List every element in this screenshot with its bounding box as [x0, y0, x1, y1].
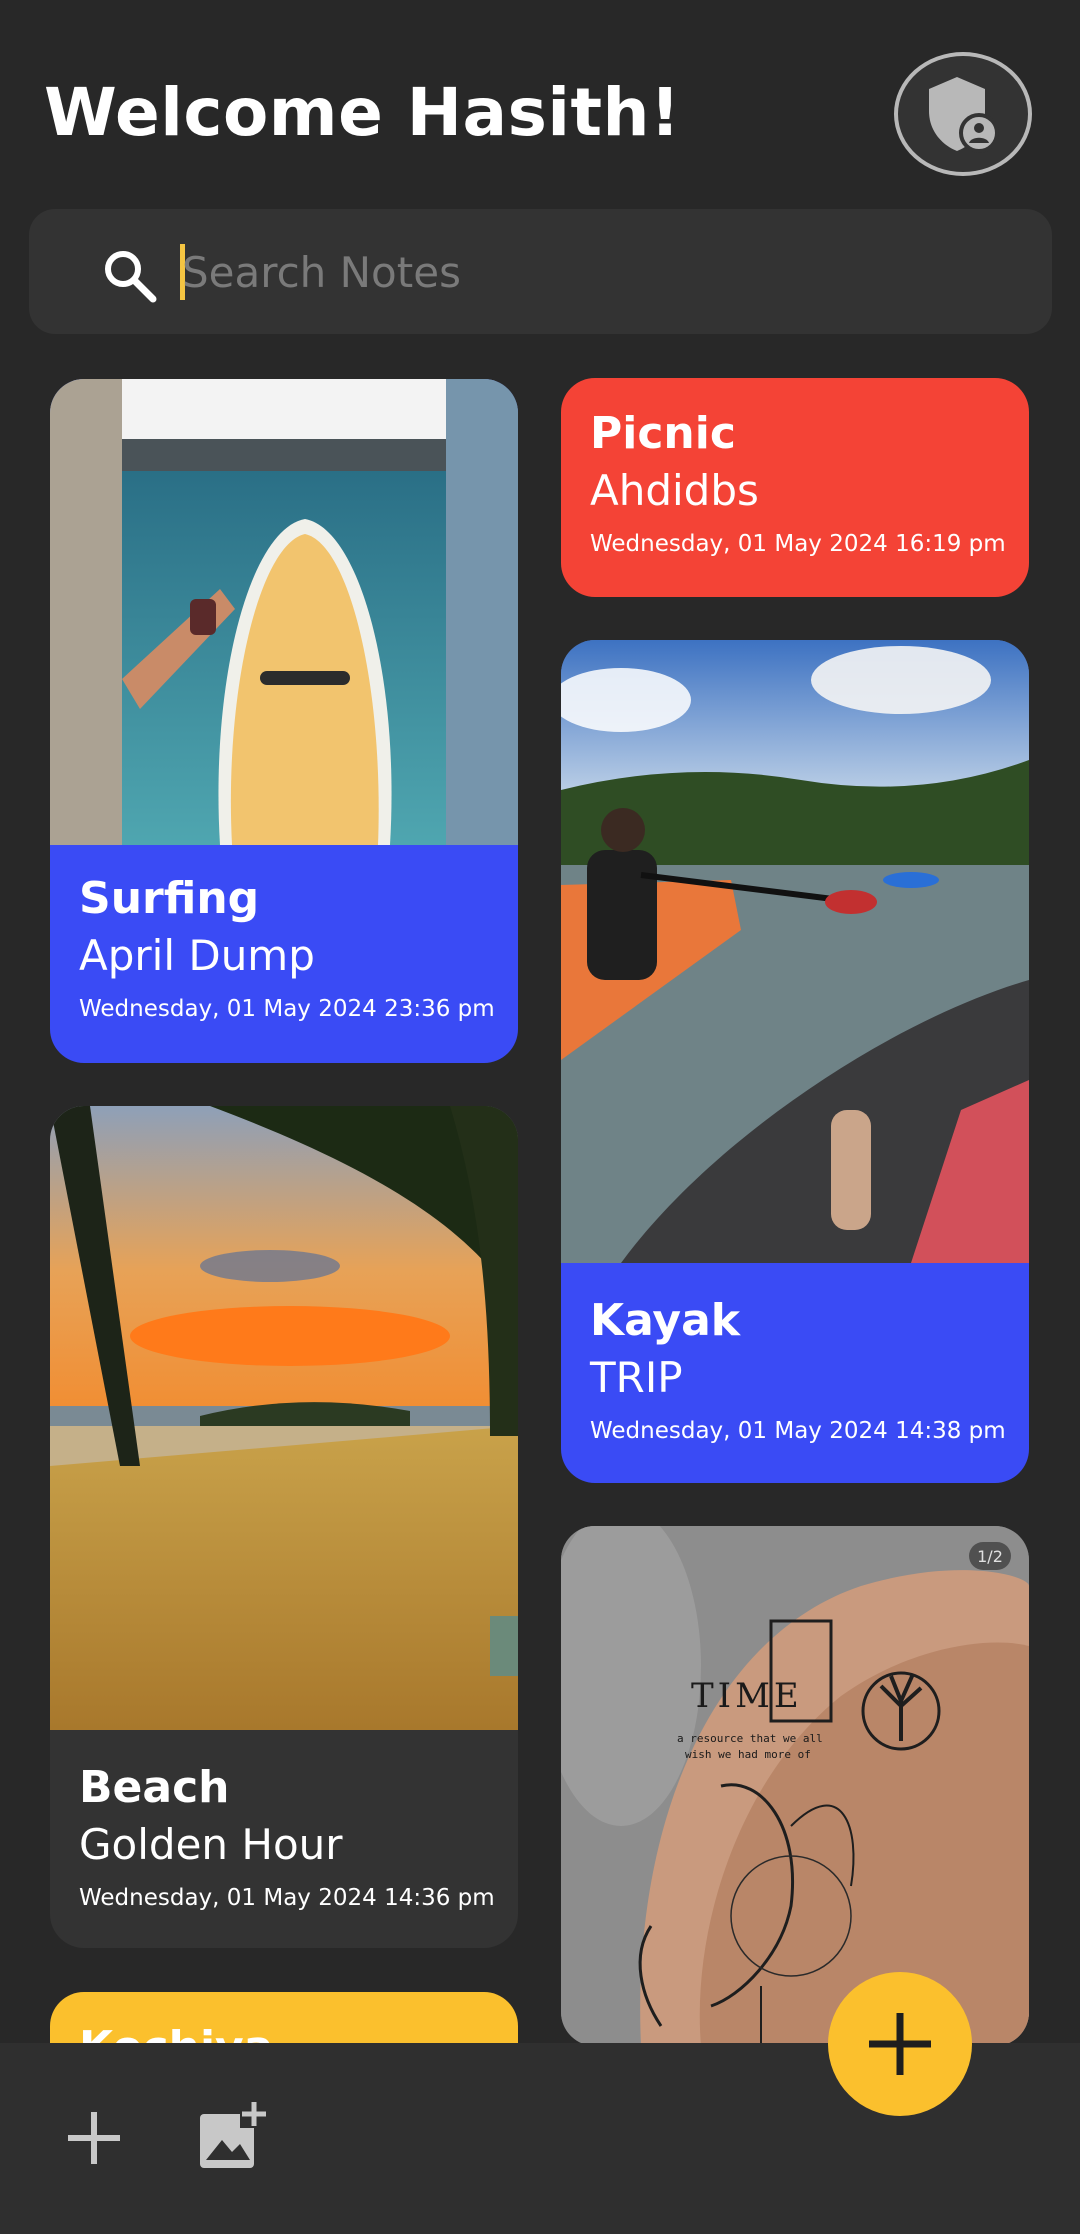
note-card-tattoo[interactable]: TIME a resource that we all wish we had … [561, 1526, 1029, 2046]
add-image-icon[interactable] [196, 2100, 268, 2172]
search-input[interactable] [182, 240, 882, 304]
note-title: Kayak [590, 1295, 741, 1346]
profile-button[interactable] [894, 52, 1032, 176]
note-card-beach[interactable]: Beach Golden Hour Wednesday, 01 May 2024… [50, 1106, 518, 1948]
surfboard-photo [50, 379, 518, 845]
note-date: Wednesday, 01 May 2024 14:38 pm [590, 1417, 1006, 1444]
note-card-kayak[interactable]: Kayak TRIP Wednesday, 01 May 2024 14:38 … [561, 640, 1029, 1483]
note-subtitle: Ahdidbs [590, 466, 759, 516]
note-subtitle: April Dump [79, 931, 315, 981]
search-icon [105, 251, 157, 303]
note-date: Wednesday, 01 May 2024 23:36 pm [79, 995, 495, 1022]
tattoo-text: wish we had more of [685, 1748, 811, 1761]
kayak-photo [561, 640, 1029, 1263]
note-title: Picnic [590, 408, 736, 459]
shield-user-icon [929, 77, 999, 153]
beach-sunset-photo [50, 1106, 518, 1730]
note-subtitle: TRIP [590, 1353, 683, 1403]
note-date: Wednesday, 01 May 2024 14:36 pm [79, 1884, 495, 1911]
note-card-surfing[interactable]: Surfing April Dump Wednesday, 01 May 202… [50, 379, 518, 1063]
plus-icon [869, 2013, 931, 2075]
notes-home-screen: Welcome Hasith! Search Notes Surfing Apr… [0, 0, 1080, 2234]
note-date: Wednesday, 01 May 2024 16:19 pm [590, 530, 1006, 557]
image-count-badge: 1/2 [969, 1542, 1011, 1570]
note-card-picnic[interactable]: Picnic Ahdidbs Wednesday, 01 May 2024 16… [561, 378, 1029, 597]
tattoo-text: TIME [691, 1676, 803, 1716]
add-note-fab[interactable] [828, 1972, 972, 2116]
note-title: Beach [79, 1762, 230, 1813]
tattoo-text: a resource that we all [677, 1732, 823, 1745]
note-title: Surfing [79, 873, 260, 924]
note-subtitle: Golden Hour [79, 1820, 343, 1870]
page-title: Welcome Hasith! [44, 74, 681, 151]
plus-icon[interactable] [64, 2108, 124, 2168]
tattoo-photo: TIME a resource that we all wish we had … [561, 1526, 1029, 2046]
